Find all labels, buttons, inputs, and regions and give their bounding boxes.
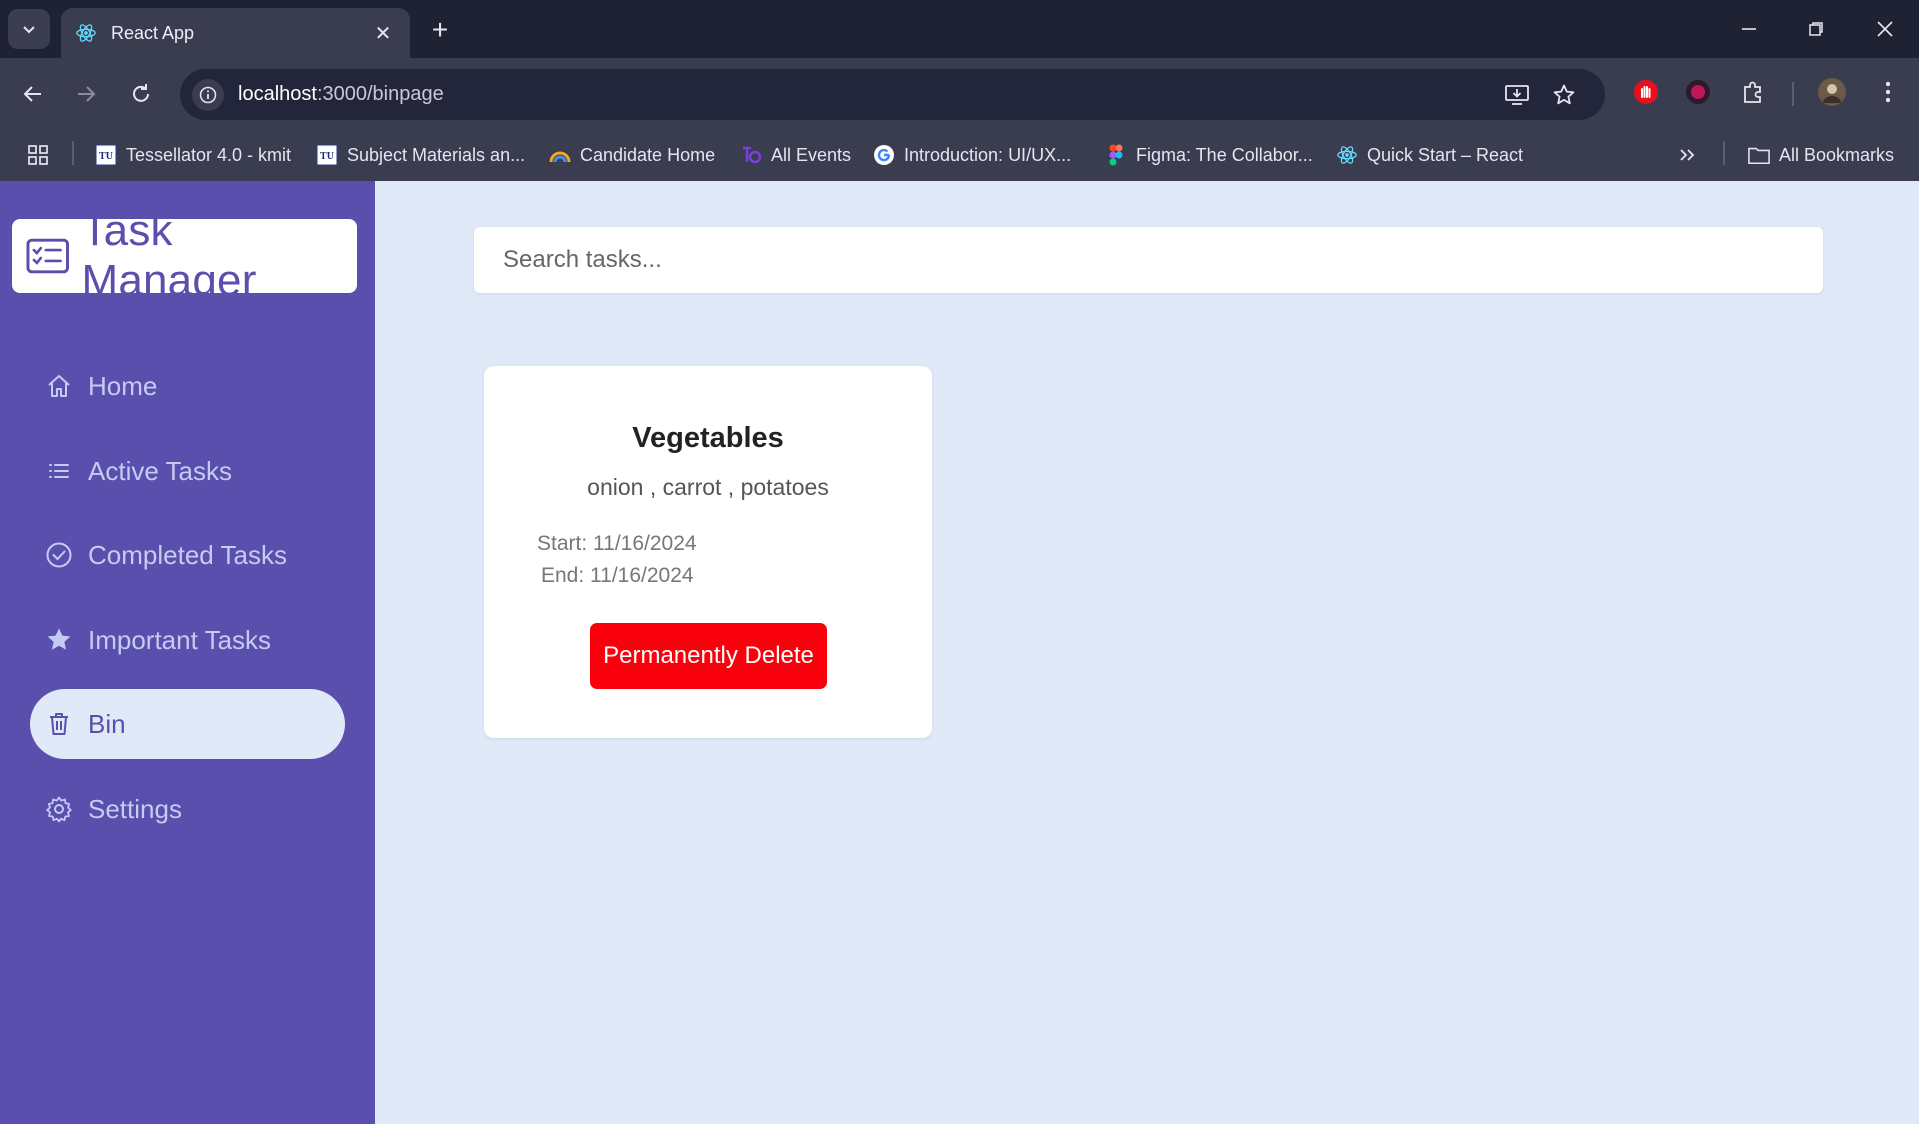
task-list-icon xyxy=(26,238,69,274)
bookmark-item[interactable]: TU Subject Materials an... xyxy=(316,140,525,170)
sidebar: Task Manager Home Active Tasks Completed… xyxy=(0,181,375,1124)
bookmarks-divider xyxy=(72,141,74,165)
react-icon xyxy=(75,22,97,44)
svg-text:TU: TU xyxy=(99,151,113,162)
nav-label: Important Tasks xyxy=(88,624,272,655)
nav-important-tasks[interactable]: Important Tasks xyxy=(30,605,345,675)
forward-button[interactable] xyxy=(66,74,106,114)
all-bookmarks-label: All Bookmarks xyxy=(1779,144,1895,165)
bookmarks-bar: TU Tessellator 4.0 - kmit TU Subject Mat… xyxy=(0,128,1919,181)
bookmark-label: All Events xyxy=(771,144,852,165)
reload-icon xyxy=(133,84,149,102)
nav-bin[interactable]: Bin xyxy=(30,689,345,759)
bookmark-item[interactable]: Introduction: UI/UX... xyxy=(873,140,1071,170)
home-icon xyxy=(44,371,74,401)
double-chevron-right-icon xyxy=(1680,149,1695,161)
minimize-icon xyxy=(1742,28,1756,30)
apps-grid-icon xyxy=(28,145,48,165)
tu-logo-icon: TU xyxy=(95,144,117,166)
tab-strip: React App ✕ + xyxy=(0,0,1919,58)
adblock-extension-icon[interactable] xyxy=(1628,74,1664,110)
events-icon xyxy=(740,144,762,166)
bookmark-star-icon[interactable] xyxy=(1547,78,1581,112)
arrow-right-icon xyxy=(78,86,96,102)
nav-label: Active Tasks xyxy=(88,455,233,486)
browser-tab[interactable]: React App ✕ xyxy=(61,8,410,58)
bookmark-label: Introduction: UI/UX... xyxy=(904,144,1072,165)
minimize-button[interactable] xyxy=(1724,10,1774,48)
rainbow-icon xyxy=(549,144,571,166)
figma-icon xyxy=(1105,144,1127,166)
restore-icon xyxy=(1809,22,1823,36)
bookmark-label: Figma: The Collabor... xyxy=(1136,144,1313,165)
star-icon xyxy=(44,625,74,655)
tab-search-dropdown[interactable] xyxy=(8,9,50,49)
apps-grid-button[interactable] xyxy=(27,140,49,170)
list-icon xyxy=(44,456,74,486)
bookmark-item[interactable]: Figma: The Collabor... xyxy=(1105,140,1313,170)
close-window-button[interactable] xyxy=(1860,10,1910,48)
bookmark-item[interactable]: TU Tessellator 4.0 - kmit xyxy=(95,140,291,170)
search-input[interactable] xyxy=(474,227,1823,293)
url-host: localhost xyxy=(238,83,317,105)
app-title: Task Manager xyxy=(81,206,257,305)
task-end-date: End: 11/16/2024 xyxy=(541,564,694,587)
bookmark-item[interactable]: Quick Start – React xyxy=(1336,140,1523,170)
site-info-icon[interactable] xyxy=(192,78,224,111)
reload-button[interactable] xyxy=(121,74,161,114)
bookmark-label: Candidate Home xyxy=(580,144,716,165)
puzzle-extensions-icon[interactable] xyxy=(1735,74,1771,110)
trash-icon xyxy=(44,709,74,739)
bookmarks-divider xyxy=(1723,141,1725,165)
folder-icon xyxy=(1748,144,1770,166)
toolbar-divider xyxy=(1792,82,1794,106)
nav-settings[interactable]: Settings xyxy=(30,774,345,844)
task-description: onion , carrot , potatoes xyxy=(587,474,829,500)
main-content: Vegetables onion , carrot , potatoes Sta… xyxy=(375,181,1919,1124)
install-app-icon[interactable] xyxy=(1500,78,1534,112)
task-start-date: Start: 11/16/2024 xyxy=(537,532,697,555)
google-icon xyxy=(873,144,895,166)
nav-completed-tasks[interactable]: Completed Tasks xyxy=(30,520,345,590)
gear-icon xyxy=(44,794,74,824)
extension-badge-icon[interactable] xyxy=(1680,74,1716,110)
browser-menu-icon[interactable] xyxy=(1870,74,1906,110)
arrow-left-icon xyxy=(23,86,41,102)
task-title: Vegetables xyxy=(632,422,784,454)
brand-logo[interactable]: Task Manager xyxy=(12,206,357,305)
url-path: :3000/binpage xyxy=(316,83,444,105)
browser-toolbar: localhost:3000/binpage xyxy=(0,58,1919,128)
tu-logo-icon: TU xyxy=(316,144,338,166)
bookmark-label: Quick Start – React xyxy=(1367,144,1524,165)
check-circle-icon xyxy=(44,540,74,570)
nav-home[interactable]: Home xyxy=(30,351,345,421)
profile-avatar[interactable] xyxy=(1814,74,1850,110)
bookmark-label: Subject Materials an... xyxy=(347,144,526,165)
bookmark-label: Tessellator 4.0 - kmit xyxy=(126,144,292,165)
close-icon xyxy=(1877,21,1893,37)
new-tab-button[interactable]: + xyxy=(424,14,456,46)
svg-text:TU: TU xyxy=(320,151,334,162)
bookmark-item[interactable]: Candidate Home xyxy=(549,140,715,170)
more-bookmarks-button[interactable] xyxy=(1678,140,1696,170)
address-bar[interactable]: localhost:3000/binpage xyxy=(180,69,1605,120)
task-card: Vegetables onion , carrot , potatoes Sta… xyxy=(484,366,932,738)
permanently-delete-button[interactable]: Permanently Delete xyxy=(590,623,827,689)
bookmark-item[interactable]: All Events xyxy=(740,140,851,170)
nav-label: Settings xyxy=(88,793,182,824)
nav-active-tasks[interactable]: Active Tasks xyxy=(30,436,345,506)
close-tab-icon[interactable]: ✕ xyxy=(370,20,396,46)
tab-title: React App xyxy=(111,22,195,43)
nav-label: Completed Tasks xyxy=(88,539,287,570)
url-text: localhost:3000/binpage xyxy=(238,83,444,106)
back-button[interactable] xyxy=(13,74,53,114)
restore-button[interactable] xyxy=(1791,10,1841,48)
chevron-down-icon xyxy=(23,26,35,34)
all-bookmarks-button[interactable]: All Bookmarks xyxy=(1748,140,1894,170)
react-icon xyxy=(1336,144,1358,166)
nav-label: Bin xyxy=(88,708,126,739)
nav-label: Home xyxy=(88,370,158,401)
